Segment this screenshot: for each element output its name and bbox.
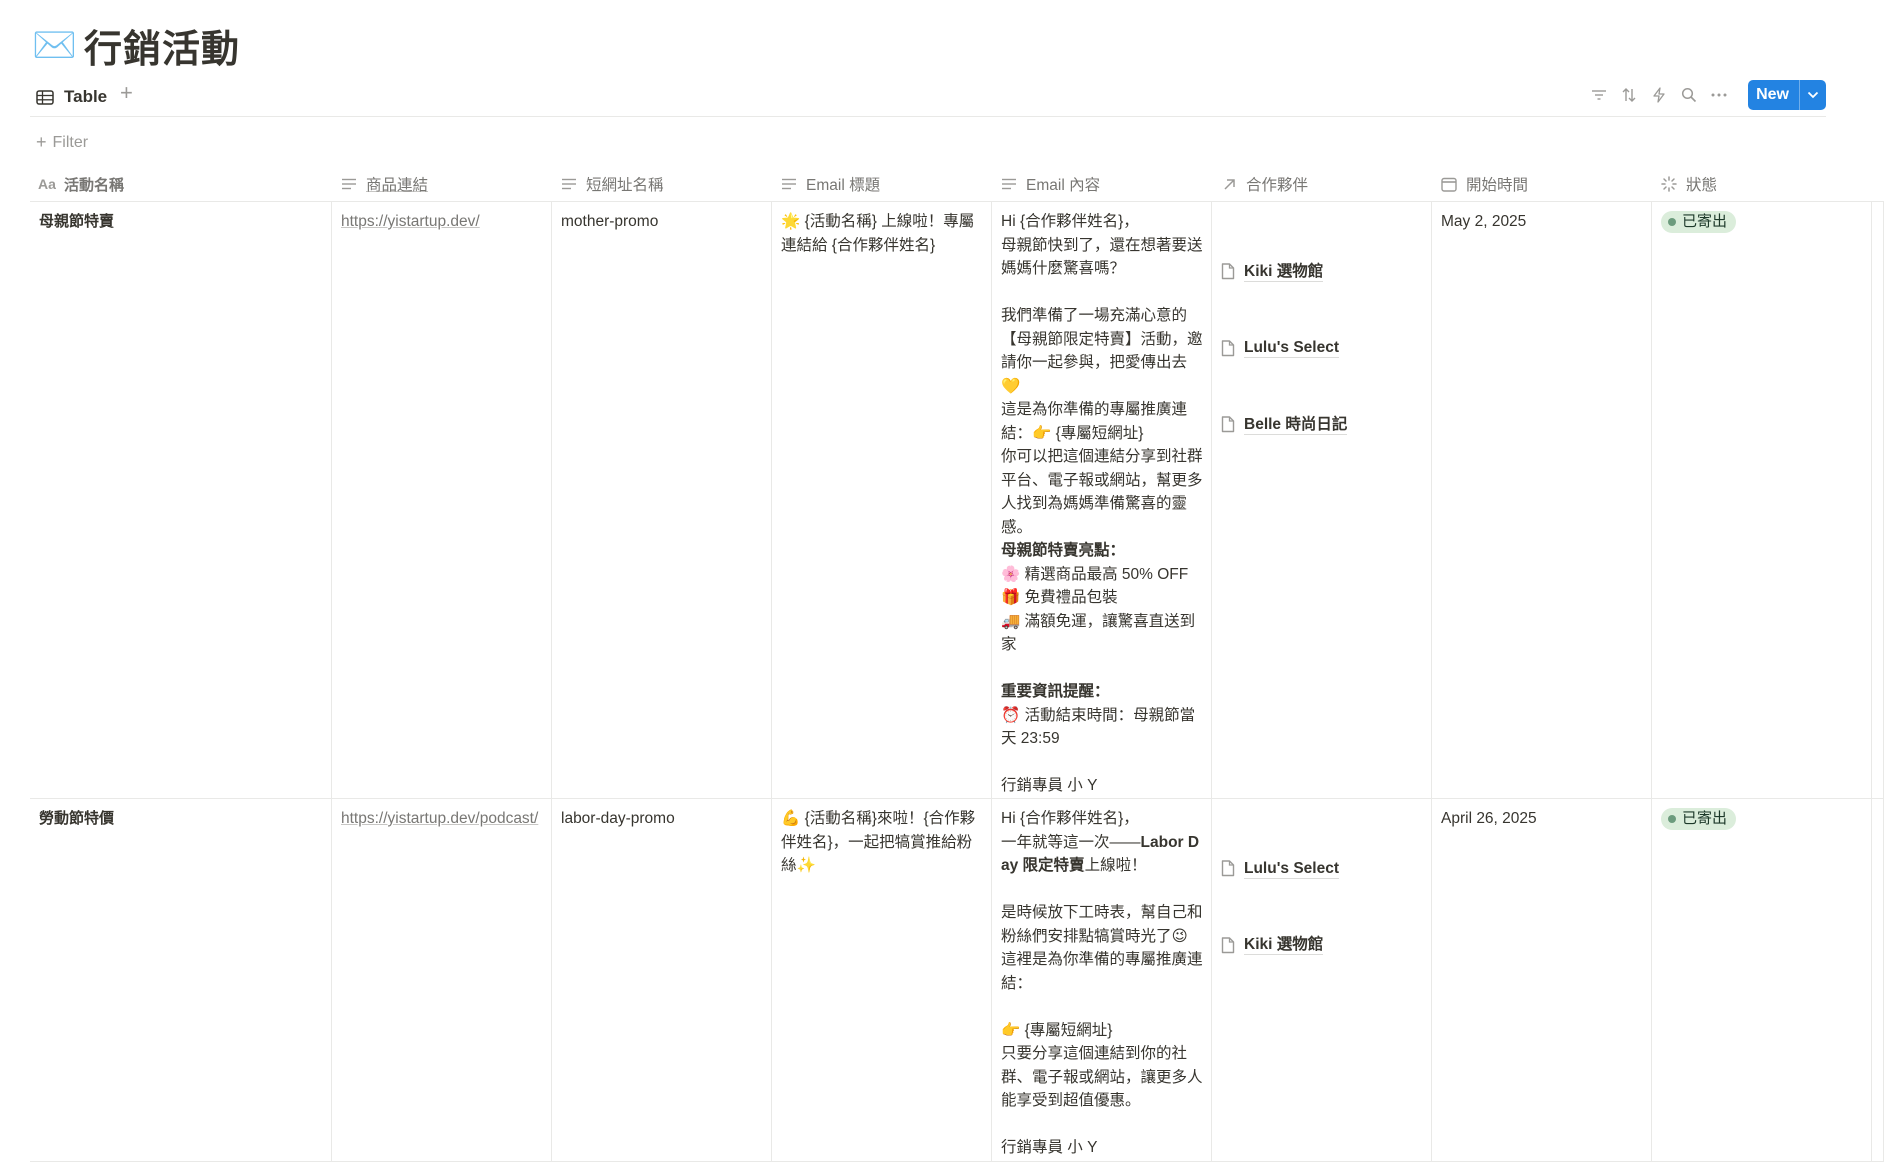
title-aa-icon: Aa	[38, 176, 56, 192]
search-icon[interactable]	[1674, 80, 1704, 110]
automation-icon[interactable]	[1644, 80, 1674, 110]
page-title[interactable]: 行銷活動	[84, 18, 240, 73]
status-badge: 已寄出	[1661, 808, 1737, 830]
chevron-down-icon[interactable]	[1800, 80, 1826, 110]
more-icon[interactable]	[1704, 80, 1734, 110]
text-icon	[780, 176, 798, 192]
product-link-cell[interactable]: https://yistartup.dev/podcast/	[332, 799, 552, 1161]
email-body-list: ⏰ 活動結束時間：母親節當天 23:59 行銷專員 小 Y	[1001, 706, 1196, 795]
status-dot-icon	[1668, 815, 1676, 823]
partner-link[interactable]: Kiki 選物館	[1221, 931, 1423, 961]
email-body-heading: 母親節特賣亮點：	[1001, 542, 1126, 559]
sort-icon[interactable]	[1614, 80, 1644, 110]
campaign-name-cell[interactable]: 母親節特賣	[30, 202, 332, 798]
filter-label: Filter	[52, 133, 89, 151]
new-button[interactable]: New	[1748, 80, 1826, 110]
table-row[interactable]: 母親節特賣 https://yistartup.dev/ mother-prom…	[30, 202, 1884, 799]
text-icon	[1000, 176, 1018, 192]
partner-link[interactable]: Lulu's Select	[1221, 854, 1423, 884]
partner-link[interactable]: Belle 時尚日記	[1221, 410, 1423, 440]
partner-link[interactable]: Kiki 選物館	[1221, 257, 1423, 287]
email-body-rest: 上線啦！ 是時候放下工時表，幫自己和粉絲們安排點犒賞時光了😉 這裡是為你準備的專…	[1001, 857, 1203, 1156]
tab-table-label: Table	[64, 87, 108, 106]
status-dot-icon	[1668, 218, 1676, 226]
tab-table[interactable]: Table	[36, 84, 107, 110]
status-badge: 已寄出	[1661, 211, 1737, 233]
start-date-cell[interactable]: April 26, 2025	[1432, 799, 1652, 1161]
toolbar: New	[1584, 80, 1826, 110]
column-header-date[interactable]: 開始時間	[1432, 167, 1652, 201]
table-header: Aa 活動名稱 商品連結 短網址名稱 Email 標題 Email 內容 合作夥伴…	[30, 166, 1884, 202]
column-header-name[interactable]: Aa 活動名稱	[30, 167, 332, 201]
short-url-cell[interactable]: mother-promo	[552, 202, 772, 798]
status-cell[interactable]: 已寄出	[1652, 202, 1872, 798]
database-table: Aa 活動名稱 商品連結 短網址名稱 Email 標題 Email 內容 合作夥伴…	[30, 166, 1884, 1162]
page-icon	[1221, 416, 1235, 433]
email-body-intro: Hi {合作夥伴姓名}， 母親節快到了，還在想著要送媽媽什麼驚喜嗎？ 我們準備了…	[1001, 213, 1203, 536]
email-body-list: 🌸 精選商品最高 50% OFF 🎁 免費禮品包裝 🚚 滿額免運，讓驚喜直送到家	[1001, 565, 1196, 654]
partner-cell[interactable]: Kiki 選物館 Lulu's Select Belle 時尚日記	[1212, 202, 1432, 798]
status-icon	[1660, 176, 1678, 192]
column-header-subject[interactable]: Email 標題	[772, 167, 992, 201]
product-link[interactable]: https://yistartup.dev/podcast/	[341, 810, 538, 827]
short-url-cell[interactable]: labor-day-promo	[552, 799, 772, 1161]
page-header: ✉️ 行銷活動	[32, 18, 240, 73]
row-edge	[1872, 799, 1884, 1161]
filter-icon[interactable]	[1584, 80, 1614, 110]
relation-arrow-icon	[1220, 176, 1238, 192]
add-filter-button[interactable]: + Filter	[36, 132, 88, 153]
column-header-partner[interactable]: 合作夥伴	[1212, 167, 1432, 201]
page-icon	[1221, 263, 1235, 280]
column-header-link[interactable]: 商品連結	[332, 167, 552, 201]
partner-link[interactable]: Lulu's Select	[1221, 334, 1423, 364]
column-header-slug[interactable]: 短網址名稱	[552, 167, 772, 201]
email-body-heading: 重要資訊提醒：	[1001, 683, 1110, 700]
email-subject-cell[interactable]: 🌟 {活動名稱} 上線啦！專屬連結給 {合作夥伴姓名}	[772, 202, 992, 798]
table-icon	[36, 89, 54, 105]
text-icon	[340, 176, 358, 192]
product-link-cell[interactable]: https://yistartup.dev/	[332, 202, 552, 798]
campaign-name-cell[interactable]: 勞動節特價	[30, 799, 332, 1161]
email-body-cell[interactable]: Hi {合作夥伴姓名}， 母親節快到了，還在想著要送媽媽什麼驚喜嗎？ 我們準備了…	[992, 202, 1212, 798]
table-row[interactable]: 勞動節特價 https://yistartup.dev/podcast/ lab…	[30, 799, 1884, 1162]
column-header-status[interactable]: 狀態	[1652, 167, 1872, 201]
status-cell[interactable]: 已寄出	[1652, 799, 1872, 1161]
email-body-cell[interactable]: Hi {合作夥伴姓名}， 一年就等這一次——Labor Day 限定特賣上線啦！…	[992, 799, 1212, 1161]
email-subject-cell[interactable]: 💪 {活動名稱}來啦！{合作夥伴姓名}，一起把犒賞推給粉絲✨	[772, 799, 992, 1161]
new-button-label: New	[1748, 80, 1800, 110]
plus-icon: +	[36, 132, 47, 152]
envelope-icon[interactable]: ✉️	[32, 27, 80, 63]
add-view-button[interactable]: +	[120, 80, 133, 106]
column-header-body[interactable]: Email 內容	[992, 167, 1212, 201]
text-icon	[560, 176, 578, 192]
product-link[interactable]: https://yistartup.dev/	[341, 213, 480, 230]
page-icon	[1221, 340, 1235, 356]
page-icon	[1221, 937, 1235, 953]
calendar-icon	[1440, 176, 1458, 192]
partner-cell[interactable]: Lulu's Select Kiki 選物館	[1212, 799, 1432, 1161]
start-date-cell[interactable]: May 2, 2025	[1432, 202, 1652, 798]
page-icon	[1221, 860, 1235, 877]
view-bar: Table + New	[30, 78, 1826, 117]
email-body-intro: Hi {合作夥伴姓名}， 一年就等這一次——	[1001, 810, 1141, 851]
row-edge	[1872, 202, 1884, 798]
